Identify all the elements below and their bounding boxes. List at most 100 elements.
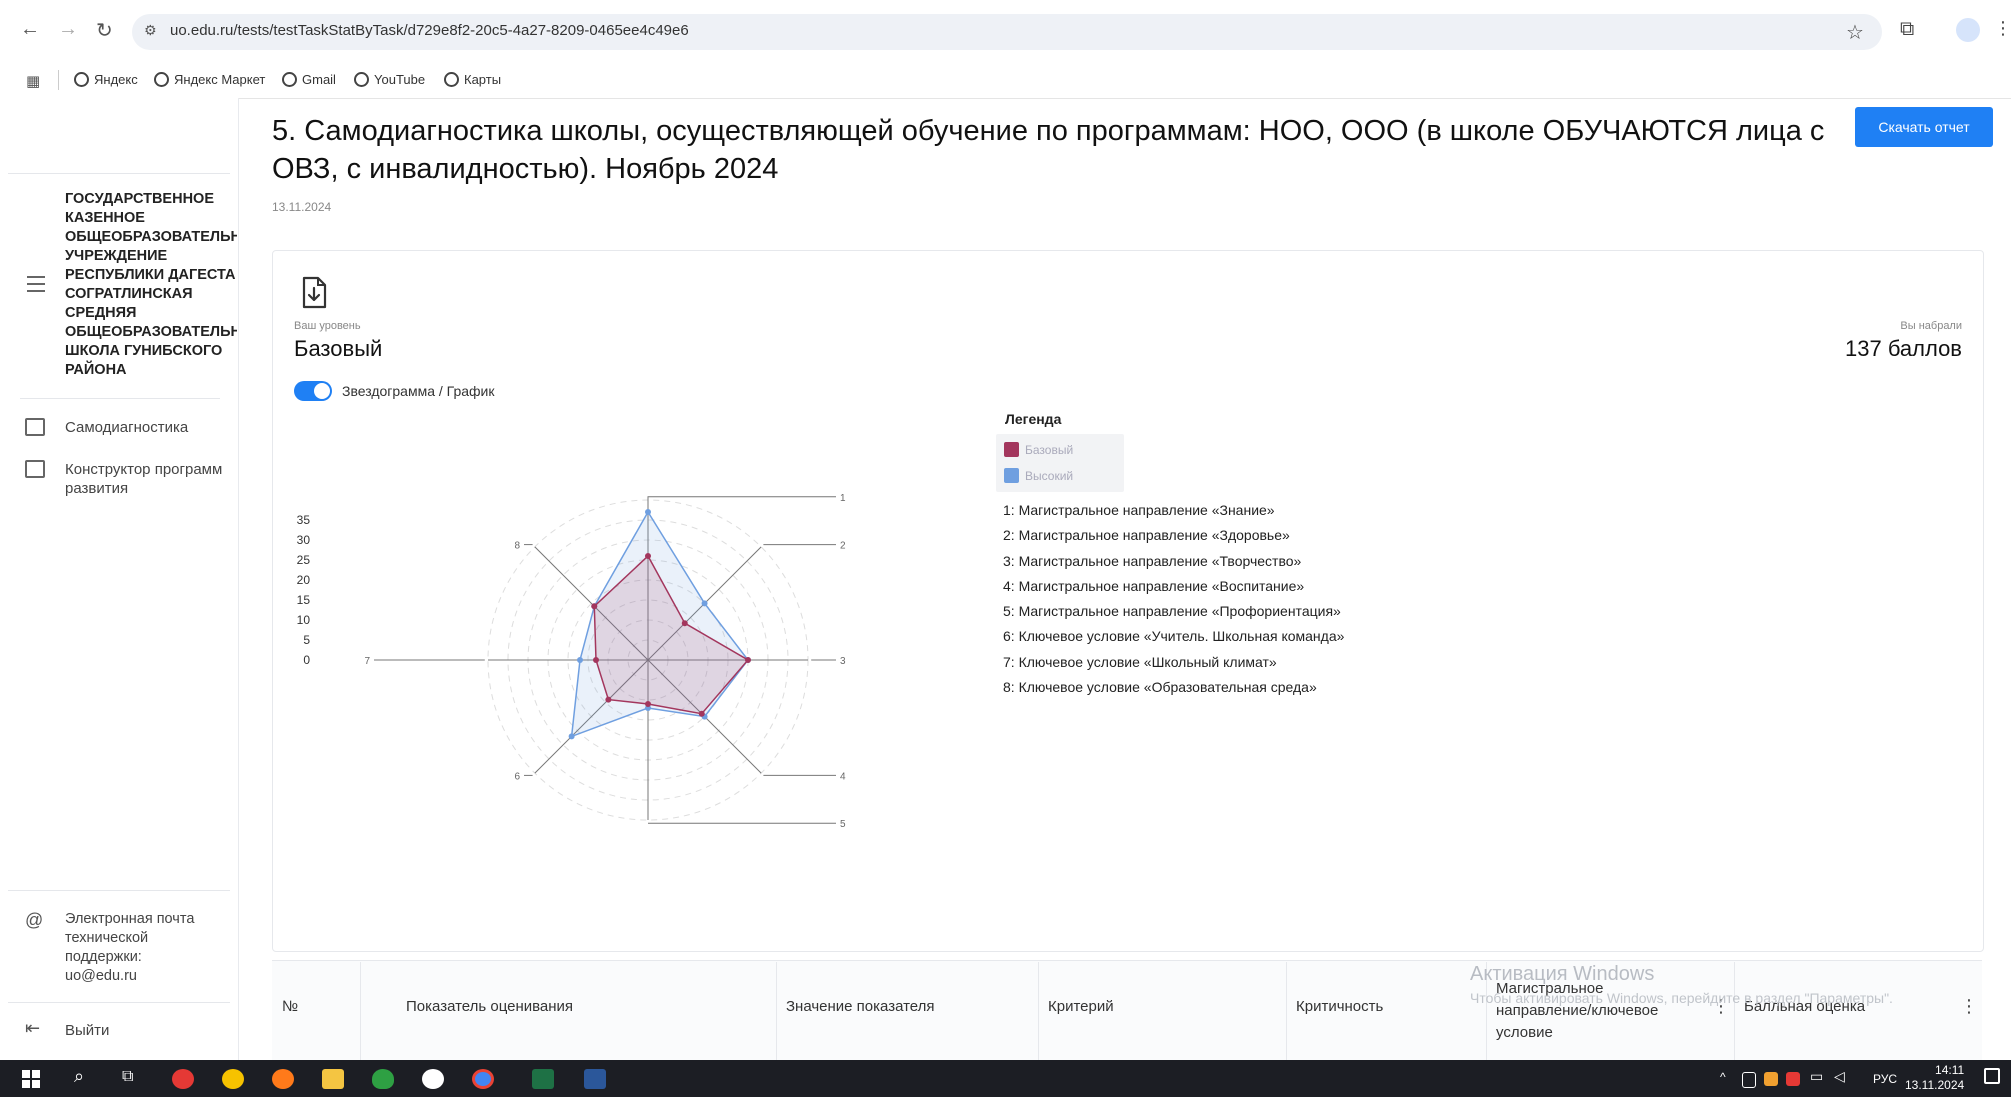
tray-app-icon[interactable] [1786,1072,1800,1086]
radar-point [701,600,708,607]
axis-description: 7: Ключевое условие «Школьный климат» [1003,653,1277,670]
legend-title: Легенда [1005,411,1062,427]
organization-name: ГОСУДАРСТВЕННОЕ КАЗЕННОЕ ОБЩЕОБРАЗОВАТЕЛ… [65,191,237,378]
radar-tick-label: 25 [297,553,311,567]
url-text[interactable]: uo.edu.ru/tests/testTaskStatByTask/d729e… [170,22,689,39]
legend-item-high[interactable]: Высокий [1004,468,1073,483]
hamburger-menu-icon[interactable] [27,276,45,297]
word-icon[interactable] [584,1069,606,1089]
axis-description: 8: Ключевое условие «Образовательная сре… [1003,679,1317,696]
reload-icon[interactable]: ↻ [96,18,113,43]
radar-point [568,733,575,740]
download-file-icon[interactable] [300,276,328,310]
column-header-criticality[interactable]: Критичность [1296,998,1383,1015]
radar-tick-label: 5 [303,633,310,647]
globe-icon [354,72,369,87]
forward-icon[interactable]: → [58,18,78,41]
column-menu-icon[interactable]: ⋮ [1960,996,1978,1017]
site-settings-icon[interactable]: ⚙ [144,22,157,39]
task-view-icon[interactable]: ⧉ [122,1068,133,1086]
column-header-indicator[interactable]: Показатель оценивания [406,998,573,1015]
radar-point [698,710,705,717]
book-icon [25,418,45,436]
legend-item-basic[interactable]: Базовый [1004,442,1073,457]
axis-description: 4: Магистральное направление «Воспитание… [1003,577,1305,594]
bookmark-maps[interactable]: Карты [444,72,501,87]
email-icon: @ [25,910,44,930]
sidebar-divider [8,890,230,891]
excel-icon[interactable] [532,1069,554,1089]
column-separator [1734,962,1735,1060]
bookmark-gmail[interactable]: Gmail [282,72,336,87]
search-icon[interactable]: ⌕ [74,1066,84,1087]
support-email[interactable]: Электронная почта технической поддержки:… [65,910,215,986]
legend-label: Высокий [1025,468,1074,483]
chrome-icon[interactable] [472,1069,494,1089]
radar-axis-label: 2 [840,541,846,552]
column-header-indicator-value[interactable]: Значение показателя [786,998,935,1015]
yandex-music-icon[interactable] [222,1069,244,1089]
bookmark-youtube[interactable]: YouTube [354,72,425,87]
file-explorer-icon[interactable] [322,1069,344,1089]
firefox-icon[interactable] [272,1069,294,1089]
radar-axis-label: 1 [840,493,846,504]
column-header-direction[interactable]: Магистральное направление/ключевое услов… [1496,978,1696,1044]
radar-chart: 1 2 3 4 5 6 7 8 0 5 10 15 20 25 30 35 [297,493,846,830]
column-separator [1286,962,1287,1060]
windows-start-icon[interactable] [22,1070,40,1088]
column-separator [1038,962,1039,1060]
globe-icon [154,72,169,87]
globe-icon [444,72,459,87]
tray-device-icon[interactable] [1742,1072,1756,1088]
sidebar-divider [20,398,220,399]
clock-date: 13.11.2024 [1905,1078,1965,1092]
book-icon [25,460,45,478]
axis-description: 6: Ключевое условие «Учитель. Школьная к… [1003,628,1345,645]
logout-link[interactable]: Выйти [65,1021,109,1040]
bookmark-yandex[interactable]: Яндекс [74,72,138,87]
sidebar-divider [8,1002,230,1003]
axis-description: 5: Магистральное направление «Профориент… [1003,603,1341,620]
shield-icon[interactable] [372,1069,394,1089]
radar-tick-label: 10 [297,613,311,627]
sidebar-item-program-builder[interactable]: Конструктор программ развития [65,460,225,498]
axis-description: 1: Магистральное направление «Знание» [1003,502,1275,518]
bookmark-label: YouTube [374,72,426,87]
clock[interactable]: 14:11 13.11.2024 [1905,1063,1964,1093]
download-report-button[interactable]: Скачать отчет [1855,107,1993,147]
radar-point [745,657,751,663]
column-separator [776,962,777,1060]
level-label: Ваш уровень [294,320,361,332]
column-header-number[interactable]: № [282,998,298,1015]
radar-point [593,657,599,663]
axis-description: 2: Магистральное направление «Здоровье» [1003,527,1290,544]
radar-axis-label: 7 [364,656,370,667]
tray-app-icon[interactable] [1764,1072,1778,1086]
profile-icon[interactable] [1956,18,1980,42]
notifications-icon[interactable] [1984,1068,2000,1084]
extensions-icon[interactable]: ⧉ [1900,18,1914,41]
keyboard-language[interactable]: РУС [1873,1072,1897,1086]
logout-icon[interactable]: ⇤ [25,1018,40,1039]
radar-tick-label: 20 [297,573,311,587]
yandex-browser-icon[interactable] [172,1069,194,1089]
windows-activation-watermark: Активация Windows [1470,963,1655,985]
back-icon[interactable]: ← [20,18,40,41]
browser-menu-icon[interactable]: ⋮ [1994,18,2011,39]
volume-icon[interactable]: ◁ [1834,1068,1845,1085]
sidebar-item-self-diagnostics[interactable]: Самодиагностика [65,418,188,437]
bookmark-yandex-market[interactable]: Яндекс Маркет [154,72,265,87]
apps-grid-icon[interactable]: ▦ [26,72,40,90]
column-header-criterion[interactable]: Критерий [1048,998,1114,1015]
network-icon[interactable]: ▭ [1810,1068,1823,1085]
radar-point [605,696,612,703]
star-icon[interactable]: ☆ [1846,20,1864,45]
radar-point [591,603,598,610]
yandex-icon[interactable] [422,1069,444,1089]
radar-axis-label: 8 [514,541,520,552]
tray-chevron-icon[interactable]: ^ [1720,1070,1726,1084]
radar-tick-label: 15 [297,593,311,607]
radar-point [681,620,688,627]
axis-description: 3: Магистральное направление «Творчество… [1003,552,1302,569]
column-separator [360,962,361,1060]
